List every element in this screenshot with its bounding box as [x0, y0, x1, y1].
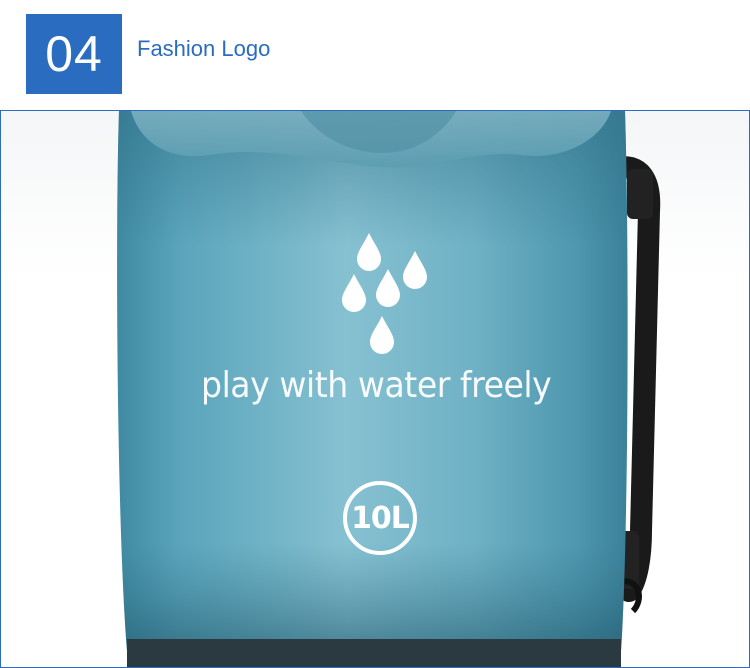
strap-buckle-top — [627, 169, 653, 219]
section-header: 04 Fashion Logo — [0, 0, 750, 110]
capacity-label: 10L — [351, 500, 410, 536]
section-number-badge: 04 — [26, 14, 122, 94]
capacity-badge: 10L — [343, 481, 417, 555]
section-title: Fashion Logo — [137, 36, 271, 61]
product-photo: play with water freely 10L — [0, 110, 750, 668]
section-number: 04 — [45, 26, 103, 82]
bag-base — [127, 639, 621, 667]
bag-slogan: play with water freely — [201, 365, 552, 406]
